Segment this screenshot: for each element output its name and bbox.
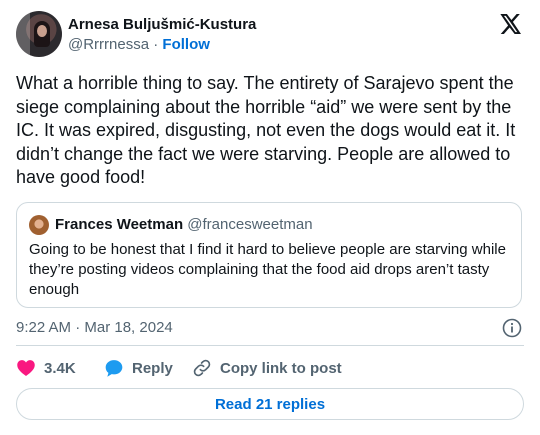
reply-button[interactable]: Reply (104, 358, 173, 378)
copy-link-label: Copy link to post (220, 359, 342, 377)
likes-count: 3.4K (44, 359, 76, 377)
quoted-author-name: Frances Weetman (55, 216, 184, 233)
author-handle[interactable]: @Rrrrnessa (68, 36, 149, 53)
reply-bubble-icon (105, 360, 123, 377)
quoted-tweet[interactable]: Frances Weetman @francesweetman Going to… (16, 202, 522, 308)
tweet-card: Arnesa Buljušmić-Kustura @Rrrrnessa · Fo… (0, 0, 540, 435)
quoted-author-avatar (29, 215, 49, 235)
quoted-author-row: Frances Weetman @francesweetman (55, 215, 313, 235)
tweet-text: What a horrible thing to say. The entire… (16, 73, 516, 187)
quoted-tweet-text: Going to be honest that I find it hard t… (29, 241, 506, 298)
heart-icon (17, 360, 35, 376)
divider (16, 345, 524, 346)
copy-link-button[interactable]: Copy link to post (192, 358, 342, 378)
author-name[interactable]: Arnesa Buljušmić-Kustura (68, 15, 256, 35)
info-icon[interactable] (502, 318, 522, 338)
reply-label: Reply (132, 359, 173, 377)
tweet-timestamp[interactable]: 9:22 AM · Mar 18, 2024 (16, 318, 173, 338)
quoted-author-handle: @francesweetman (187, 216, 313, 233)
x-logo-icon[interactable] (500, 14, 522, 34)
author-handle-row: @Rrrrnessa · Follow (68, 35, 210, 55)
follow-button[interactable]: Follow (162, 36, 210, 53)
author-avatar[interactable] (16, 11, 62, 57)
like-button[interactable]: 3.4K (16, 358, 76, 378)
link-icon (193, 359, 211, 377)
read-replies-button[interactable]: Read 21 replies (16, 388, 524, 420)
read-replies-label: Read 21 replies (214, 395, 326, 413)
separator-dot: · (153, 36, 159, 53)
